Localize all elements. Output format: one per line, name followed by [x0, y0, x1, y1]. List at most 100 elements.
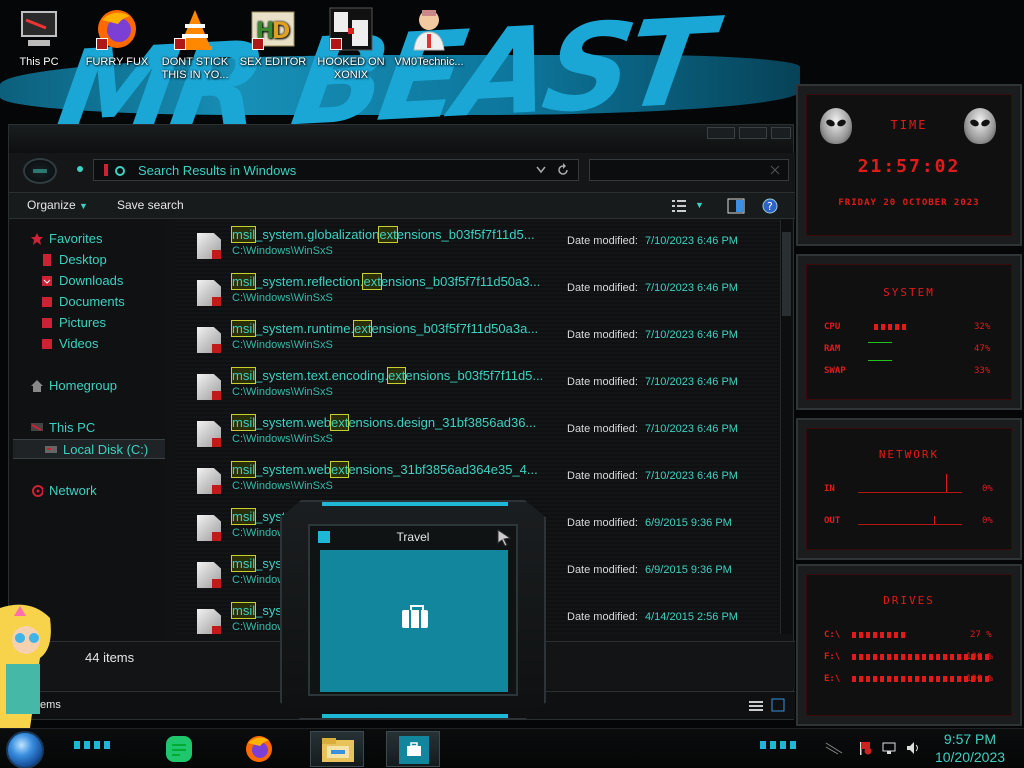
- nav-label: Network: [49, 483, 97, 498]
- maximize-button[interactable]: [739, 127, 767, 139]
- volume-icon[interactable]: [906, 741, 920, 755]
- refresh-icon[interactable]: [556, 163, 570, 177]
- search-highlight: ext: [329, 414, 350, 431]
- minimize-button[interactable]: [707, 127, 735, 139]
- taskbar-file-explorer[interactable]: [310, 731, 364, 767]
- organize-button[interactable]: Organize ▼: [27, 198, 88, 212]
- taskbar-clock-time[interactable]: 9:57 PM: [930, 731, 1010, 747]
- swap-graph: [868, 360, 892, 361]
- date-modified-label: Date modified:: [567, 517, 638, 529]
- save-search-button[interactable]: Save search: [117, 198, 184, 212]
- search-highlight: ext: [329, 461, 350, 478]
- item-count: 44 items: [85, 650, 135, 665]
- show-hidden-icons-icon[interactable]: [824, 741, 844, 755]
- preview-pane-icon[interactable]: [727, 197, 745, 215]
- start-button[interactable]: [6, 731, 44, 768]
- desktop-icon-xonix[interactable]: HOOKED ON XONIX: [312, 6, 390, 82]
- swap-value: 33%: [974, 366, 991, 376]
- file-row[interactable]: msil_system.reflection.extensions_b03f5f…: [175, 271, 779, 315]
- address-bar-row: Search Results in Windows: [9, 153, 795, 193]
- large-icons-view-icon[interactable]: [771, 698, 785, 712]
- close-button[interactable]: [771, 127, 791, 139]
- shortcut-arrow-icon: [96, 38, 108, 50]
- address-field[interactable]: Search Results in Windows: [93, 159, 579, 181]
- clear-search-icon[interactable]: [770, 165, 780, 175]
- date-modified-value: 6/9/2015 9:36 PM: [645, 517, 732, 529]
- file-icon: [197, 515, 221, 541]
- travel-tile[interactable]: [320, 550, 508, 692]
- time-gadget-clock: 21:57:02: [857, 156, 961, 177]
- suitcase-icon: [402, 605, 428, 628]
- shortcut-arrow-icon: [330, 38, 342, 50]
- organize-label: Organize: [27, 198, 76, 212]
- desktop-folder-icon: [43, 254, 51, 266]
- view-options-icon[interactable]: [671, 198, 687, 214]
- file-list-scrollbar[interactable]: [780, 220, 792, 634]
- file-icon: [197, 374, 221, 400]
- date-modified-label: Date modified:: [567, 235, 638, 247]
- search-highlight: msil: [230, 367, 257, 384]
- file-row[interactable]: msil_system.webextensions_31bf3856ad364e…: [175, 459, 779, 503]
- network-icon: [32, 485, 43, 497]
- search-highlight: msil: [230, 461, 257, 478]
- file-row[interactable]: msil_system.globalizationextensions_b03f…: [175, 224, 779, 268]
- taskbar-travel[interactable]: [386, 731, 440, 767]
- file-row[interactable]: msil_system.webextensions.design_31bf385…: [175, 412, 779, 456]
- taskbar-firefox[interactable]: [232, 731, 286, 767]
- drive-c-value: 27 %: [970, 630, 992, 640]
- taskbar-notes-app[interactable]: [152, 731, 206, 767]
- net-out-value: 0%: [982, 516, 993, 526]
- ram-graph: [868, 342, 892, 343]
- file-name: msil_system.runtime.extensions_b03f5f7f1…: [230, 320, 539, 337]
- system-gadget[interactable]: SYSTEM CPU 32% RAM 47% SWAP 33%: [796, 254, 1022, 410]
- file-icon: [197, 468, 221, 494]
- travel-title: Travel: [396, 530, 430, 544]
- action-center-flag-icon[interactable]: [858, 741, 872, 755]
- net-out-label: OUT: [824, 516, 841, 526]
- cpu-value: 32%: [974, 322, 991, 332]
- time-gadget[interactable]: TIME 21:57:02 FRIDAY 20 OCTOBER 2023: [796, 84, 1022, 246]
- date-modified-label: Date modified:: [567, 282, 638, 294]
- firefox-icon: [246, 736, 272, 762]
- recent-dot-icon[interactable]: [77, 166, 83, 172]
- drives-gadget-title: DRIVES: [883, 594, 935, 607]
- taskbar-decoration: [74, 741, 114, 749]
- organize-dropdown-icon: ▼: [79, 201, 88, 211]
- network-tray-icon[interactable]: [882, 741, 896, 755]
- file-name: msil_system.webextensions_31bf3856ad364e…: [230, 461, 538, 478]
- desktop-icon-vm0[interactable]: VM0Technic...: [390, 6, 468, 69]
- drives-gadget[interactable]: DRIVES C:\ 27 % F:\ 100 % E:\ 100 %: [796, 564, 1022, 726]
- network-gadget-title: NETWORK: [878, 448, 940, 461]
- time-gadget-date: FRIDAY 20 OCTOBER 2023: [838, 198, 980, 208]
- desktop-icon-vlc[interactable]: DONT STICK THIS IN YO...: [156, 6, 234, 82]
- file-row[interactable]: msil_system.text.encoding.extensions_b03…: [175, 365, 779, 409]
- file-row[interactable]: msil_system.runtime.extensions_b03f5f7f1…: [175, 318, 779, 362]
- travel-window[interactable]: Travel: [308, 524, 518, 696]
- taskbar-clock-date[interactable]: 10/20/2023: [930, 749, 1010, 765]
- help-icon[interactable]: ?: [761, 197, 779, 215]
- network-gadget[interactable]: NETWORK IN 0% OUT 0%: [796, 418, 1022, 560]
- explorer-titlebar[interactable]: [9, 125, 793, 153]
- hxd-icon: HD: [250, 6, 296, 52]
- desktop-icon-this-pc[interactable]: This PC: [0, 6, 78, 69]
- search-input[interactable]: [589, 159, 789, 181]
- net-in-value: 0%: [982, 484, 993, 494]
- desktop-icon-sex-editor[interactable]: HD SEX EDITOR: [234, 6, 312, 69]
- back-button[interactable]: [23, 158, 57, 184]
- scrollbar-thumb[interactable]: [782, 232, 791, 316]
- search-highlight: ext: [353, 320, 373, 337]
- nav-label: Homegroup: [49, 378, 117, 393]
- date-modified-value: 7/10/2023 6:46 PM: [645, 423, 738, 435]
- taskbar: 9:57 PM 10/20/2023: [0, 728, 1024, 768]
- address-dropdown-icon[interactable]: [536, 166, 546, 174]
- file-path: C:\Windows\WinSxS: [232, 245, 333, 257]
- firefox-icon: [94, 6, 140, 52]
- nav-local-disk[interactable]: Local Disk (C:): [13, 439, 165, 459]
- desktop-icon-furry-fux[interactable]: FURRY FUX: [78, 6, 156, 69]
- details-view-icon[interactable]: [749, 700, 763, 712]
- drive-e-label: E:\: [824, 674, 841, 684]
- swap-label: SWAP: [824, 366, 846, 376]
- date-modified-label: Date modified:: [567, 470, 638, 482]
- view-dropdown-icon[interactable]: ▼: [695, 200, 704, 210]
- travel-titlebar[interactable]: Travel: [310, 526, 516, 548]
